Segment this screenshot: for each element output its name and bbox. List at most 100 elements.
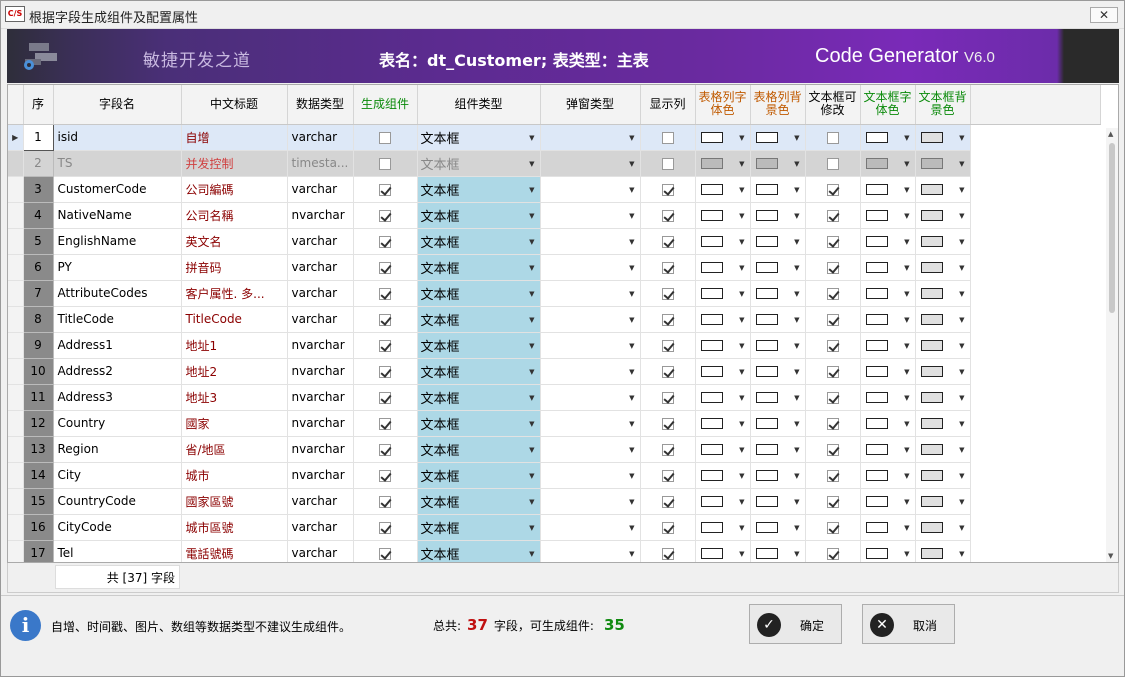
chinese-title-cell[interactable]: 客户属性. 多...	[181, 280, 288, 307]
field-name-cell[interactable]: EnglishName	[53, 228, 182, 255]
grid-font-color-cell[interactable]: ▼	[695, 254, 751, 281]
grid-bg-color-swatch[interactable]	[755, 184, 778, 195]
header-show[interactable]: 显示列	[640, 85, 696, 125]
chevron-down-icon[interactable]: ▼	[529, 368, 534, 376]
chevron-down-icon[interactable]: ▼	[629, 524, 634, 532]
popup-type-select[interactable]: ▼	[540, 254, 641, 281]
popup-type-select[interactable]: ▼	[540, 280, 641, 307]
grid-bg-color-swatch[interactable]	[755, 132, 778, 143]
gen-component-checkbox[interactable]	[379, 469, 391, 482]
grid-bg-color-cell[interactable]: ▼	[750, 462, 806, 489]
table-row[interactable]: 15 CountryCode 國家區號 varchar 文本框 ▼ ▼ ▼ ▼ ▼ ▼	[8, 488, 1100, 515]
chevron-down-icon[interactable]: ▼	[529, 394, 534, 402]
textbox-bg-color-swatch[interactable]	[920, 184, 943, 195]
chevron-down-icon[interactable]: ▼	[959, 160, 964, 168]
show-column-checkbox[interactable]	[661, 131, 674, 144]
textbox-font-color-swatch[interactable]	[865, 444, 888, 455]
chinese-title-cell[interactable]: 公司名稱	[181, 202, 288, 229]
chevron-down-icon[interactable]: ▼	[959, 290, 964, 298]
textbox-editable-checkbox[interactable]	[826, 339, 839, 352]
grid-bg-color-swatch[interactable]	[755, 418, 778, 429]
textbox-font-color-swatch[interactable]	[865, 522, 888, 533]
chevron-down-icon[interactable]: ▼	[629, 368, 634, 376]
component-type-select[interactable]: 文本框 ▼	[417, 280, 541, 307]
gen-component-cell[interactable]	[353, 462, 418, 489]
textbox-editable-cell[interactable]	[805, 306, 861, 333]
gen-component-checkbox[interactable]	[379, 547, 391, 560]
component-type-select[interactable]: 文本框 ▼	[417, 202, 541, 229]
gen-component-cell[interactable]	[353, 280, 418, 307]
grid-font-color-cell[interactable]: ▼	[695, 540, 751, 562]
popup-type-select[interactable]: ▼	[540, 202, 641, 229]
textbox-bg-color-cell[interactable]: ▼	[915, 124, 971, 151]
show-column-checkbox[interactable]	[661, 365, 674, 378]
textbox-editable-cell[interactable]	[805, 228, 861, 255]
chevron-down-icon[interactable]: ▼	[629, 420, 634, 428]
textbox-editable-checkbox[interactable]	[826, 183, 839, 196]
table-row[interactable]: 11 Address3 地址3 nvarchar 文本框 ▼ ▼ ▼ ▼ ▼ ▼	[8, 384, 1100, 411]
chevron-down-icon[interactable]: ▼	[959, 550, 964, 558]
textbox-font-color-swatch[interactable]	[865, 184, 888, 195]
chevron-down-icon[interactable]: ▼	[904, 368, 909, 376]
table-row[interactable]: 9 Address1 地址1 nvarchar 文本框 ▼ ▼ ▼ ▼ ▼ ▼	[8, 332, 1100, 359]
grid-bg-color-cell[interactable]: ▼	[750, 254, 806, 281]
gen-component-cell[interactable]	[353, 410, 418, 437]
gen-component-checkbox[interactable]	[379, 157, 391, 170]
grid-font-color-swatch[interactable]	[700, 496, 723, 507]
textbox-bg-color-cell[interactable]: ▼	[915, 436, 971, 463]
textbox-editable-checkbox[interactable]	[826, 417, 839, 430]
chevron-down-icon[interactable]: ▼	[629, 134, 634, 142]
chevron-down-icon[interactable]: ▼	[904, 238, 909, 246]
grid-font-color-swatch[interactable]	[700, 444, 723, 455]
textbox-bg-color-swatch[interactable]	[920, 444, 943, 455]
chevron-down-icon[interactable]: ▼	[959, 186, 964, 194]
show-column-cell[interactable]	[640, 280, 696, 307]
gen-component-cell[interactable]	[353, 384, 418, 411]
textbox-editable-cell[interactable]	[805, 358, 861, 385]
textbox-font-color-cell[interactable]: ▼	[860, 410, 916, 437]
popup-type-select[interactable]: ▼	[540, 462, 641, 489]
chevron-down-icon[interactable]: ▼	[794, 420, 799, 428]
textbox-editable-cell[interactable]	[805, 514, 861, 541]
show-column-checkbox[interactable]	[661, 495, 674, 508]
popup-type-select[interactable]: ▼	[540, 436, 641, 463]
chinese-title-cell[interactable]: 英文名	[181, 228, 288, 255]
chevron-down-icon[interactable]: ▼	[794, 394, 799, 402]
chevron-down-icon[interactable]: ▼	[739, 342, 744, 350]
chevron-down-icon[interactable]: ▼	[739, 316, 744, 324]
grid-font-color-swatch[interactable]	[700, 340, 723, 351]
chevron-down-icon[interactable]: ▼	[529, 420, 534, 428]
chevron-down-icon[interactable]: ▼	[904, 524, 909, 532]
chinese-title-cell[interactable]: 自增	[181, 124, 288, 151]
show-column-cell[interactable]	[640, 462, 696, 489]
grid-bg-color-cell[interactable]: ▼	[750, 124, 806, 151]
textbox-bg-color-swatch[interactable]	[920, 418, 943, 429]
chevron-down-icon[interactable]: ▼	[629, 212, 634, 220]
chevron-down-icon[interactable]: ▼	[959, 498, 964, 506]
table-row[interactable]: 16 CityCode 城市區號 varchar 文本框 ▼ ▼ ▼ ▼ ▼ ▼	[8, 514, 1100, 541]
component-type-select[interactable]: 文本框 ▼	[417, 436, 541, 463]
chevron-down-icon[interactable]: ▼	[529, 316, 534, 324]
textbox-editable-checkbox[interactable]	[826, 443, 839, 456]
chevron-down-icon[interactable]: ▼	[629, 472, 634, 480]
gen-component-cell[interactable]	[353, 358, 418, 385]
field-name-cell[interactable]: CustomerCode	[53, 176, 182, 203]
chevron-down-icon[interactable]: ▼	[959, 368, 964, 376]
header-text-bg[interactable]: 文本框背景色	[915, 85, 971, 125]
textbox-editable-cell[interactable]	[805, 488, 861, 515]
chevron-down-icon[interactable]: ▼	[739, 420, 744, 428]
textbox-font-color-cell[interactable]: ▼	[860, 332, 916, 359]
cancel-button[interactable]: ✕ 取消	[862, 604, 955, 644]
popup-type-select[interactable]: ▼	[540, 332, 641, 359]
textbox-editable-cell[interactable]	[805, 280, 861, 307]
close-button[interactable]: ✕	[1090, 7, 1118, 23]
grid-bg-color-cell[interactable]: ▼	[750, 306, 806, 333]
textbox-font-color-swatch[interactable]	[865, 548, 888, 559]
show-column-cell[interactable]	[640, 540, 696, 562]
popup-type-select[interactable]: ▼	[540, 228, 641, 255]
textbox-editable-cell[interactable]	[805, 150, 861, 177]
field-name-cell[interactable]: NativeName	[53, 202, 182, 229]
popup-type-select[interactable]: ▼	[540, 124, 641, 151]
textbox-font-color-cell[interactable]: ▼	[860, 202, 916, 229]
show-column-cell[interactable]	[640, 176, 696, 203]
